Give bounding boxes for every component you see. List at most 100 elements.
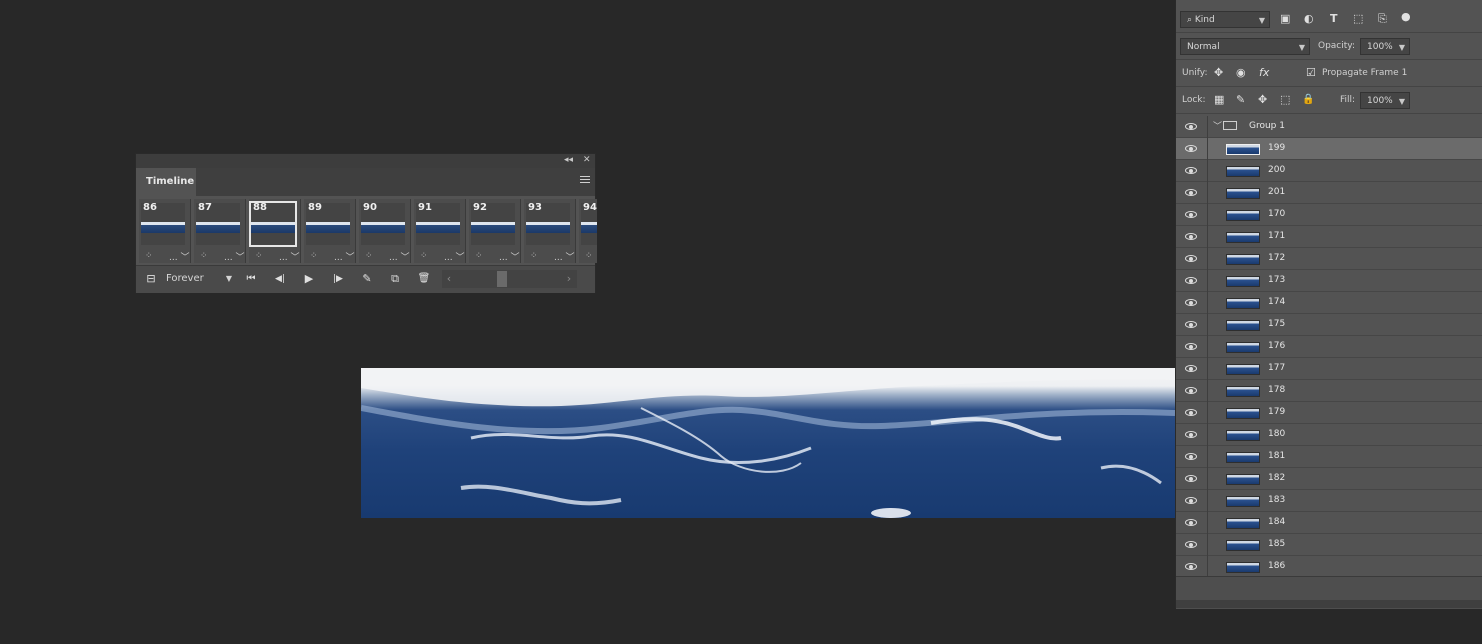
layer-group-row[interactable]: ﹀ Group 1 — [1176, 116, 1482, 138]
eye-icon[interactable] — [1185, 387, 1197, 394]
layer-row[interactable]: 199 — [1176, 138, 1482, 160]
frame-delay-dropdown[interactable]: ... ﹀ — [169, 250, 189, 263]
frame-delay-value: ... — [499, 253, 508, 263]
close-icon[interactable]: ✕ — [583, 155, 591, 165]
duplicate-frame-icon[interactable]: ⧉ — [386, 271, 404, 287]
loop-options-dropdown[interactable]: Forever ▼ — [166, 271, 234, 287]
layer-row[interactable]: 181 — [1176, 446, 1482, 468]
lock-image-pixels-icon[interactable]: ✎ — [1236, 93, 1245, 107]
layer-row[interactable]: 184 — [1176, 512, 1482, 534]
unify-visibility-icon[interactable]: ◉ — [1236, 66, 1246, 80]
eye-icon[interactable] — [1185, 123, 1197, 130]
blend-mode-dropdown[interactable]: Normal ▼ — [1180, 38, 1310, 55]
filter-image-icon[interactable]: ▣ — [1280, 12, 1290, 26]
lock-artboard-icon[interactable]: ⬚ — [1280, 93, 1290, 107]
timeline-frame[interactable]: 94⁘... ﹀ — [579, 199, 597, 263]
tween-icon[interactable]: ✎ — [358, 271, 376, 287]
fill-field[interactable]: 100% ▼ — [1360, 92, 1410, 109]
play-icon[interactable]: ▶ — [301, 271, 317, 287]
layer-row[interactable]: 200 — [1176, 160, 1482, 182]
timeline-frame[interactable]: 89 ⁘... ﹀ — [304, 199, 356, 263]
layer-row[interactable]: 174 — [1176, 292, 1482, 314]
timeline-frame[interactable]: 86 ⁘... ﹀ — [139, 199, 191, 263]
timeline-frame[interactable]: 93 ⁘... ﹀ — [524, 199, 576, 263]
frame-delay-dropdown[interactable]: ... ﹀ — [279, 250, 299, 263]
next-frame-icon[interactable]: |▶ — [328, 271, 348, 287]
eye-icon[interactable] — [1185, 365, 1197, 372]
eye-icon[interactable] — [1185, 277, 1197, 284]
document-canvas-ocean-image[interactable] — [361, 368, 1175, 518]
frame-delay-dropdown[interactable]: ... ﹀ — [554, 250, 574, 263]
layer-row[interactable]: 185 — [1176, 534, 1482, 556]
opacity-field[interactable]: 100% ▼ — [1360, 38, 1410, 55]
eye-icon[interactable] — [1185, 519, 1197, 526]
layer-row[interactable]: 171 — [1176, 226, 1482, 248]
eye-icon[interactable] — [1185, 497, 1197, 504]
lock-transparent-pixels-icon[interactable]: ▦ — [1214, 93, 1224, 107]
frame-delay-dropdown[interactable]: ... ﹀ — [224, 250, 244, 263]
layer-row[interactable]: 172 — [1176, 248, 1482, 270]
eye-icon[interactable] — [1185, 343, 1197, 350]
filter-adjustment-icon[interactable]: ◐ — [1304, 12, 1314, 26]
frame-delay-dropdown[interactable]: ... ﹀ — [444, 250, 464, 263]
timeline-frame[interactable]: 88 ⁘... ﹀ — [249, 199, 301, 263]
timeline-frame[interactable]: 87 ⁘... ﹀ — [194, 199, 246, 263]
timeline-frame[interactable]: 90 ⁘... ﹀ — [359, 199, 411, 263]
eye-icon[interactable] — [1185, 563, 1197, 570]
eye-icon[interactable] — [1185, 541, 1197, 548]
filter-toggle-icon[interactable]: ● — [1401, 10, 1411, 24]
layer-row[interactable]: 177 — [1176, 358, 1482, 380]
unify-style-icon[interactable]: fx — [1259, 66, 1269, 80]
scroll-right-icon[interactable]: › — [564, 271, 574, 287]
eye-icon[interactable] — [1185, 167, 1197, 174]
frame-delay-dropdown[interactable]: ... ﹀ — [389, 250, 409, 263]
eye-icon[interactable] — [1185, 321, 1197, 328]
lock-all-icon[interactable]: 🔒 — [1302, 93, 1314, 107]
filter-kind-dropdown[interactable]: ⌕ Kind ▼ — [1180, 11, 1270, 28]
unify-position-icon[interactable]: ✥ — [1214, 66, 1223, 80]
eye-icon[interactable] — [1185, 409, 1197, 416]
panel-menu-icon[interactable] — [580, 176, 590, 185]
filter-smart-object-icon[interactable]: ⎘ — [1378, 12, 1387, 26]
eye-icon[interactable] — [1185, 475, 1197, 482]
layer-row[interactable]: 176 — [1176, 336, 1482, 358]
layer-row[interactable]: 178 — [1176, 380, 1482, 402]
frame-delay-dropdown[interactable]: ... ﹀ — [334, 250, 354, 263]
layer-row[interactable]: 186 — [1176, 556, 1482, 576]
convert-to-video-timeline-icon[interactable]: ⊟ — [142, 271, 160, 287]
layer-row[interactable]: 180 — [1176, 424, 1482, 446]
layer-row[interactable]: 201 — [1176, 182, 1482, 204]
delete-frame-icon[interactable]: 🗑 — [415, 271, 433, 287]
scrollbar-thumb[interactable] — [497, 271, 507, 287]
filter-shape-icon[interactable]: ⬚ — [1353, 12, 1363, 26]
eye-icon[interactable] — [1185, 431, 1197, 438]
layer-row[interactable]: 173 — [1176, 270, 1482, 292]
tab-timeline[interactable]: Timeline — [136, 168, 196, 196]
layer-row[interactable]: 170 — [1176, 204, 1482, 226]
eye-icon[interactable] — [1185, 211, 1197, 218]
frame-delay-dropdown[interactable]: ... ﹀ — [499, 250, 519, 263]
layer-row[interactable]: 179 — [1176, 402, 1482, 424]
timeline-frame[interactable]: 92 ⁘... ﹀ — [469, 199, 521, 263]
first-frame-icon[interactable]: ⏮ — [242, 271, 260, 287]
propagate-checkbox[interactable]: ☑ — [1306, 66, 1316, 80]
layer-row[interactable]: 183 — [1176, 490, 1482, 512]
collapse-icon[interactable]: ◂◂ — [564, 155, 573, 165]
eye-icon[interactable] — [1185, 233, 1197, 240]
timeline-frame[interactable]: 91 ⁘... ﹀ — [414, 199, 466, 263]
eye-icon[interactable] — [1185, 255, 1197, 262]
eye-icon[interactable] — [1185, 453, 1197, 460]
filter-type-icon[interactable]: T — [1330, 12, 1338, 26]
horizontal-scrollbar[interactable] — [1176, 600, 1482, 608]
scroll-left-icon[interactable]: ‹ — [444, 271, 454, 287]
frame-scrollbar[interactable]: ‹ › — [442, 270, 577, 288]
eye-icon[interactable] — [1185, 189, 1197, 196]
eye-icon[interactable] — [1185, 299, 1197, 306]
previous-frame-icon[interactable]: ◀| — [270, 271, 290, 287]
eye-icon[interactable] — [1185, 145, 1197, 152]
layer-row[interactable]: 175 — [1176, 314, 1482, 336]
lock-position-icon[interactable]: ✥ — [1258, 93, 1267, 107]
layer-thumbnail — [1226, 342, 1260, 353]
layer-row[interactable]: 182 — [1176, 468, 1482, 490]
chevron-down-icon[interactable]: ﹀ — [1213, 119, 1222, 132]
